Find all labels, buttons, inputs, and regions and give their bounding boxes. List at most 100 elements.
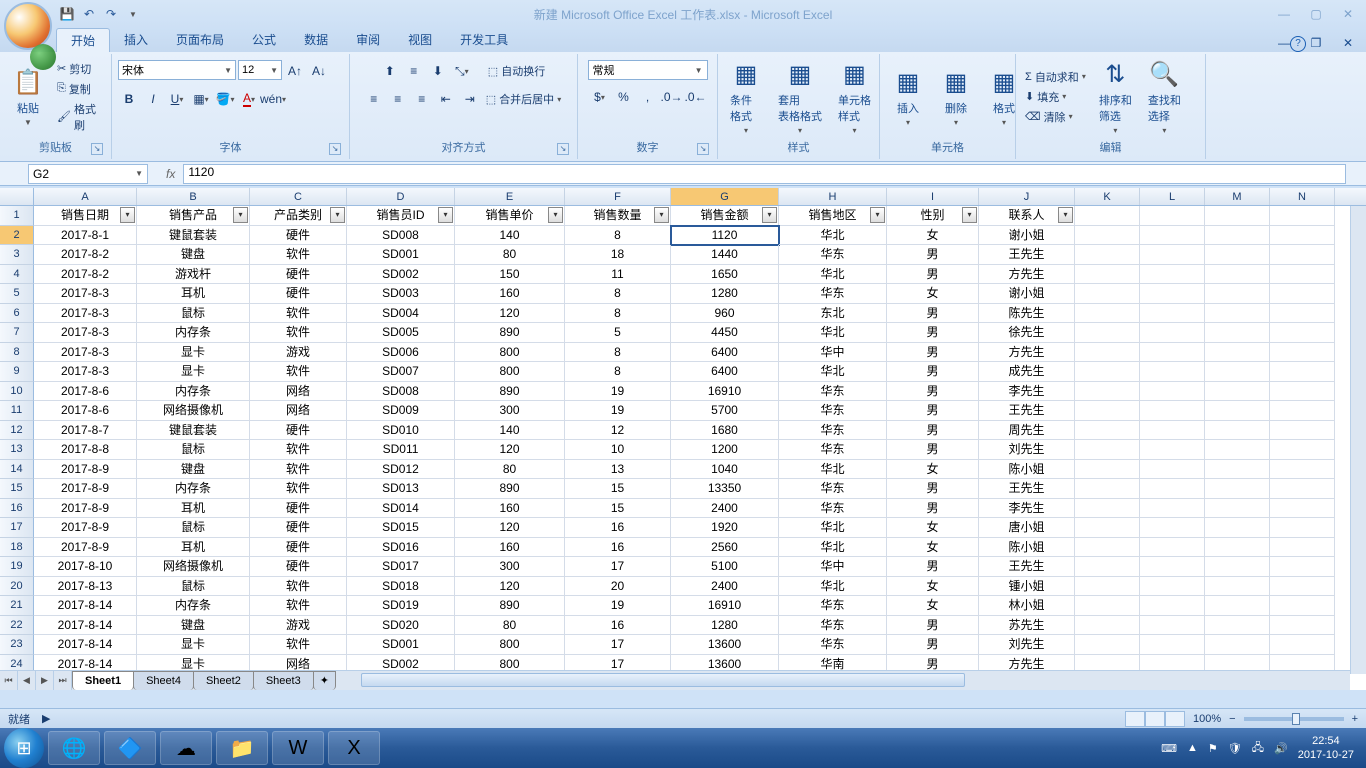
row-header[interactable]: 16 xyxy=(0,499,34,519)
cell[interactable] xyxy=(1205,421,1270,441)
cell[interactable]: 游戏 xyxy=(250,616,347,636)
cell[interactable]: 显卡 xyxy=(137,362,250,382)
column-header[interactable]: A xyxy=(34,188,137,205)
cell[interactable] xyxy=(1075,616,1140,636)
cell[interactable] xyxy=(1140,635,1205,655)
cell[interactable]: 华东 xyxy=(779,616,887,636)
cell[interactable] xyxy=(1270,557,1335,577)
cell[interactable]: 硬件 xyxy=(250,518,347,538)
cell[interactable]: 890 xyxy=(455,479,565,499)
cell[interactable] xyxy=(1075,635,1140,655)
cell[interactable]: SD006 xyxy=(347,343,455,363)
tray-keyboard-icon[interactable]: ⌨ xyxy=(1161,742,1177,755)
cell[interactable]: 硬件 xyxy=(250,538,347,558)
cell[interactable]: 显卡 xyxy=(137,343,250,363)
cell[interactable]: 陈小姐 xyxy=(979,460,1075,480)
cell[interactable]: 软件 xyxy=(250,304,347,324)
cell[interactable]: 销售单价▾ xyxy=(455,206,565,226)
cell[interactable]: 耳机 xyxy=(137,499,250,519)
cell[interactable]: 软件 xyxy=(250,479,347,499)
page-layout-view-button[interactable] xyxy=(1145,711,1165,727)
cell[interactable]: SD018 xyxy=(347,577,455,597)
cell[interactable]: 游戏 xyxy=(250,343,347,363)
cell[interactable] xyxy=(1205,616,1270,636)
cell[interactable] xyxy=(1140,362,1205,382)
delete-cells-button[interactable]: ▦删除▾ xyxy=(934,64,978,129)
filter-dropdown-icon[interactable]: ▾ xyxy=(548,207,563,223)
cell[interactable]: 王先生 xyxy=(979,401,1075,421)
row-header[interactable]: 18 xyxy=(0,538,34,558)
cell[interactable] xyxy=(1075,382,1140,402)
cell[interactable]: 网络摄像机 xyxy=(137,557,250,577)
cell[interactable] xyxy=(1270,362,1335,382)
cell[interactable] xyxy=(1270,284,1335,304)
cell[interactable] xyxy=(1075,401,1140,421)
cell[interactable]: 20 xyxy=(565,577,671,597)
vertical-scrollbar[interactable] xyxy=(1350,206,1366,674)
sheet-nav-next[interactable]: ▶ xyxy=(36,671,54,690)
filter-dropdown-icon[interactable]: ▾ xyxy=(438,207,453,223)
cell[interactable]: 2400 xyxy=(671,499,779,519)
cell[interactable] xyxy=(1075,362,1140,382)
cell[interactable]: 8 xyxy=(565,362,671,382)
cell[interactable]: SD001 xyxy=(347,635,455,655)
cell[interactable]: 2017-8-10 xyxy=(34,557,137,577)
taskbar-explorer-icon[interactable]: 📁 xyxy=(216,731,268,765)
cell[interactable]: 女 xyxy=(887,284,979,304)
cell[interactable] xyxy=(1270,304,1335,324)
filter-dropdown-icon[interactable]: ▾ xyxy=(870,207,885,223)
column-header[interactable]: B xyxy=(137,188,250,205)
cell[interactable]: 鼠标 xyxy=(137,440,250,460)
cell[interactable] xyxy=(1075,284,1140,304)
undo-icon[interactable]: ↶ xyxy=(80,5,98,23)
cell[interactable]: 销售日期▾ xyxy=(34,206,137,226)
cell[interactable]: 华东 xyxy=(779,401,887,421)
cell[interactable] xyxy=(1075,499,1140,519)
number-launcher[interactable]: ↘ xyxy=(697,143,709,155)
taskbar-app-icon[interactable]: 🔷 xyxy=(104,731,156,765)
cell[interactable]: 周先生 xyxy=(979,421,1075,441)
cell[interactable] xyxy=(1140,304,1205,324)
row-header[interactable]: 8 xyxy=(0,343,34,363)
cell[interactable]: SD004 xyxy=(347,304,455,324)
cell[interactable]: 12 xyxy=(565,421,671,441)
cell[interactable]: 2017-8-3 xyxy=(34,343,137,363)
cell[interactable]: 13600 xyxy=(671,635,779,655)
fill-button[interactable]: ⬇ 填充▾ xyxy=(1022,88,1089,106)
align-left-icon[interactable]: ≡ xyxy=(363,88,385,110)
row-header[interactable]: 15 xyxy=(0,479,34,499)
zoom-out-button[interactable]: − xyxy=(1229,713,1235,725)
cell[interactable] xyxy=(1270,577,1335,597)
cell[interactable] xyxy=(1140,206,1205,226)
cell[interactable] xyxy=(1270,616,1335,636)
cell[interactable]: 19 xyxy=(565,382,671,402)
cell[interactable]: 华北 xyxy=(779,538,887,558)
cell[interactable] xyxy=(1075,206,1140,226)
cell[interactable]: 性别▾ xyxy=(887,206,979,226)
cell[interactable]: 2017-8-3 xyxy=(34,323,137,343)
cell[interactable]: 软件 xyxy=(250,635,347,655)
cell[interactable]: SD016 xyxy=(347,538,455,558)
cell[interactable] xyxy=(1075,596,1140,616)
sheet-nav-last[interactable]: ⏭ xyxy=(54,671,72,690)
align-top-icon[interactable]: ⬆ xyxy=(379,60,401,82)
cell[interactable]: 鼠标 xyxy=(137,577,250,597)
cell[interactable]: 键盘 xyxy=(137,245,250,265)
cell[interactable]: 王先生 xyxy=(979,557,1075,577)
cell[interactable]: 19 xyxy=(565,401,671,421)
cell[interactable]: 2017-8-3 xyxy=(34,284,137,304)
cell[interactable] xyxy=(1075,421,1140,441)
cell[interactable]: 陈小姐 xyxy=(979,538,1075,558)
tray-shield-icon[interactable]: 🛡 xyxy=(1228,742,1242,755)
cell[interactable] xyxy=(1075,577,1140,597)
cell[interactable]: 男 xyxy=(887,557,979,577)
comma-icon[interactable]: , xyxy=(637,86,659,108)
cell[interactable]: SD009 xyxy=(347,401,455,421)
font-name-combo[interactable]: 宋体▼ xyxy=(118,60,236,80)
cell[interactable]: 软件 xyxy=(250,440,347,460)
ribbon-tab-0[interactable]: 开始 xyxy=(56,28,110,52)
name-box[interactable]: G2▼ xyxy=(28,164,148,184)
save-icon[interactable]: 💾 xyxy=(58,5,76,23)
cell[interactable] xyxy=(1075,460,1140,480)
cell[interactable]: 8 xyxy=(565,343,671,363)
